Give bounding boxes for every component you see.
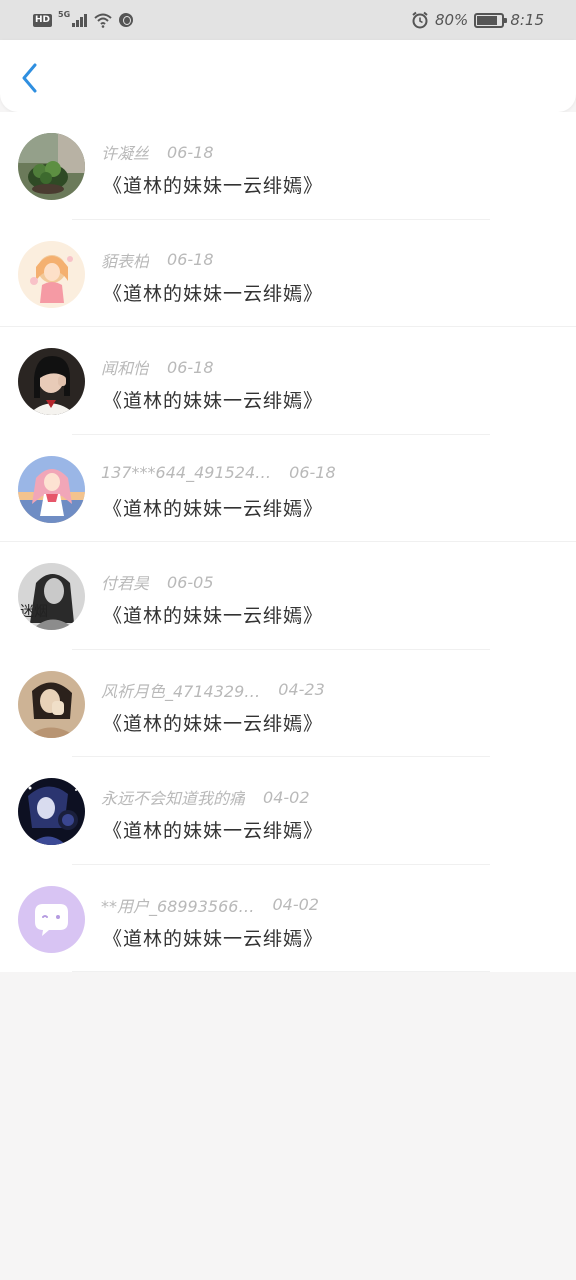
user-name[interactable]: 137***644_491524… <box>101 463 271 482</box>
user-name[interactable]: 貊表柏 <box>101 248 149 272</box>
avatar[interactable] <box>18 885 85 953</box>
list-item[interactable]: 137***644_491524… 06-18 《道林的妹妹一云绯嫣》 <box>0 435 576 542</box>
globe-icon <box>119 13 134 27</box>
item-content[interactable]: 《道林的妹妹一云绯嫣》 <box>103 279 323 306</box>
item-content[interactable]: 《道林的妹妹一云绯嫣》 <box>103 709 323 736</box>
alarm-icon <box>412 11 428 29</box>
avatar[interactable] <box>18 455 85 523</box>
status-bar: HD 5G 80% 8:15 <box>0 0 576 40</box>
user-name[interactable]: 付君昊 <box>101 570 149 594</box>
avatar[interactable] <box>18 348 85 415</box>
list-item[interactable]: **用户_68993566… 04-02 《道林的妹妹一云绯嫣》 <box>0 865 576 972</box>
avatar-overlay-text: 迷烟 <box>20 604 48 620</box>
battery-percent: 80% <box>434 11 469 29</box>
item-content[interactable]: 《道林的妹妹一云绯嫣》 <box>103 924 323 951</box>
item-date: 04-23 <box>278 680 325 699</box>
message-list: 许凝丝 06-18 《道林的妹妹一云绯嫣》 貊表柏 06-18 《道林的妹妹一云绯嫣》 闻和… <box>0 112 576 972</box>
item-content[interactable]: 《道林的妹妹一云绯嫣》 <box>103 816 323 843</box>
user-name[interactable]: **用户_68993566… <box>101 893 254 917</box>
user-name[interactable]: 永远不会知道我的痛 <box>101 785 245 809</box>
item-content[interactable]: 《道林的妹妹一云绯嫣》 <box>103 601 323 628</box>
item-content[interactable]: 《道林的妹妹一云绯嫣》 <box>103 171 323 198</box>
item-date: 06-18 <box>167 357 214 377</box>
item-content[interactable]: 《道林的妹妹一云绯嫣》 <box>103 386 323 413</box>
item-meta: 许凝丝 06-18 <box>101 140 214 164</box>
item-date: 04-02 <box>272 895 319 914</box>
item-date: 06-05 <box>167 572 214 592</box>
status-right: 80% 8:15 <box>411 11 544 29</box>
avatar[interactable] <box>18 133 85 200</box>
list-item[interactable]: 闻和怡 06-18 《道林的妹妹一云绯嫣》 <box>0 327 576 435</box>
item-meta: 闻和怡 06-18 <box>101 355 214 379</box>
list-item[interactable]: 许凝丝 06-18 《道林的妹妹一云绯嫣》 <box>0 112 576 220</box>
top-bar <box>0 40 576 112</box>
list-item[interactable]: 迷烟 付君昊 06-05 《道林的妹妹一云绯嫣》 <box>0 542 576 650</box>
item-meta: 付君昊 06-05 <box>101 570 214 594</box>
item-date: 06-18 <box>167 250 214 269</box>
item-date: 06-18 <box>289 462 336 482</box>
battery-icon <box>474 12 508 28</box>
clock: 8:15 <box>510 11 544 29</box>
list-item[interactable]: 风祈月色_4714329… 04-23 《道林的妹妹一云绯嫣》 <box>0 650 576 757</box>
hd-icon: HD <box>33 13 53 27</box>
list-item[interactable]: 貊表柏 06-18 《道林的妹妹一云绯嫣》 <box>0 220 576 327</box>
item-meta: **用户_68993566… 04-02 <box>101 893 319 917</box>
item-meta: 137***644_491524… 06-18 <box>101 463 336 482</box>
back-button[interactable] <box>14 62 46 94</box>
item-date: 06-18 <box>167 142 214 162</box>
divider <box>72 971 490 972</box>
avatar[interactable] <box>18 778 85 845</box>
avatar[interactable] <box>18 240 85 308</box>
item-meta: 永远不会知道我的痛 04-02 <box>101 785 310 809</box>
signal-icon <box>72 13 88 27</box>
status-left: HD 5G <box>33 9 134 28</box>
wifi-icon <box>94 13 112 28</box>
avatar[interactable]: 迷烟 <box>18 563 85 630</box>
network-type: 5G <box>58 9 71 19</box>
list-item[interactable]: 永远不会知道我的痛 04-02 《道林的妹妹一云绯嫣》 <box>0 757 576 865</box>
user-name[interactable]: 闻和怡 <box>101 355 149 379</box>
avatar[interactable] <box>18 670 85 738</box>
chevron-left-icon <box>22 63 37 93</box>
item-meta: 貊表柏 06-18 <box>101 248 214 272</box>
user-name[interactable]: 许凝丝 <box>101 140 149 164</box>
user-name[interactable]: 风祈月色_4714329… <box>101 678 260 702</box>
item-date: 04-02 <box>263 787 310 807</box>
item-content[interactable]: 《道林的妹妹一云绯嫣》 <box>103 494 323 521</box>
item-meta: 风祈月色_4714329… 04-23 <box>101 678 325 702</box>
